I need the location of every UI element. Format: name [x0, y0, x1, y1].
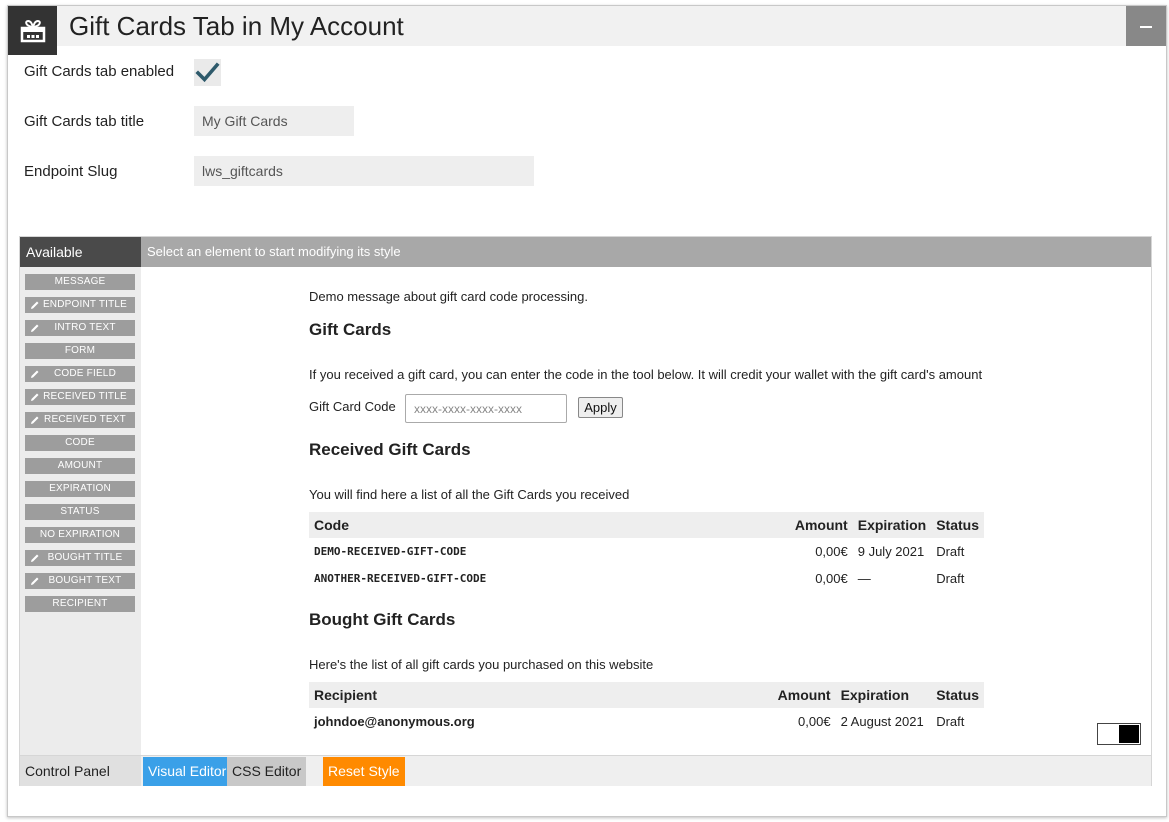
tab-title-label: Gift Cards tab title — [24, 113, 145, 130]
element-bought-title[interactable]: BOUGHT TITLE — [25, 550, 135, 566]
element-label: CODE FIELD — [53, 368, 116, 379]
element-endpoint-title[interactable]: ENDPOINT TITLE — [25, 297, 135, 313]
element-label: RECIPIENT — [52, 598, 108, 609]
status-cell: Draft — [936, 714, 965, 729]
element-recipient[interactable]: RECIPIENT — [25, 596, 135, 612]
reset-style-button[interactable]: Reset Style — [323, 757, 405, 786]
col-recipient: Recipient — [309, 682, 773, 708]
element-label: EXPIRATION — [49, 483, 111, 494]
element-status[interactable]: STATUS — [25, 504, 135, 520]
col-status: Status — [931, 512, 984, 538]
tab-enabled-label: Gift Cards tab enabled — [24, 63, 175, 80]
col-code: Code — [309, 512, 790, 538]
col-expiration: Expiration — [852, 512, 932, 538]
col-status: Status — [931, 682, 984, 708]
code-cell: ANOTHER-RECEIVED-GIFT-CODE — [314, 572, 487, 585]
element-no-expiration[interactable]: NO EXPIRATION — [25, 527, 135, 543]
gift-card-code-input[interactable] — [405, 394, 567, 423]
element-bought-text[interactable]: BOUGHT TEXT — [25, 573, 135, 589]
element-label: INTRO TEXT — [54, 322, 116, 333]
css-editor-button[interactable]: CSS Editor — [227, 757, 307, 786]
pencil-icon — [31, 393, 39, 401]
background-toggle[interactable] — [1097, 723, 1141, 745]
table-row: DEMO-RECEIVED-GIFT-CODE 0,00€ 9 July 202… — [309, 538, 984, 565]
editor-topbar: Available Elements Select an element to … — [20, 237, 1151, 290]
minus-icon — [1140, 26, 1152, 28]
element-label: CODE — [65, 437, 95, 448]
element-label: FORM — [64, 345, 96, 356]
control-panel-label: Control Panel — [20, 756, 141, 786]
element-label: BOUGHT TITLE — [47, 552, 123, 563]
element-message[interactable]: MESSAGE — [25, 274, 135, 290]
col-amount: Amount — [789, 512, 853, 538]
gift-icon — [8, 6, 57, 55]
element-intro-text[interactable]: INTRO TEXT — [25, 320, 135, 336]
minimize-button[interactable] — [1126, 6, 1166, 46]
gift-card-code-label: Gift Card Code — [309, 399, 396, 414]
apply-button[interactable]: Apply — [578, 397, 623, 418]
col-amount: Amount — [772, 682, 836, 708]
element-label: RECEIVED TITLE — [43, 391, 127, 402]
available-elements-title: Available Elements — [20, 237, 141, 290]
checkmark-icon — [195, 62, 220, 83]
table-row: johndoe@anonymous.org 0,00€ 2 August 202… — [309, 708, 984, 735]
preview-bought-text[interactable]: Here's the list of all gift cards you pu… — [309, 657, 653, 672]
tab-title-input[interactable] — [194, 106, 354, 136]
pencil-icon — [31, 554, 39, 562]
pencil-icon — [31, 577, 39, 585]
pencil-icon — [31, 370, 39, 378]
received-gift-cards-table: Code Amount Expiration Status DEMO-RECEI… — [309, 512, 984, 592]
element-form[interactable]: FORM — [25, 343, 135, 359]
element-label: RECEIVED TEXT — [44, 414, 126, 425]
element-amount[interactable]: AMOUNT — [25, 458, 135, 474]
expiration-cell: 9 July 2021 — [857, 544, 925, 559]
preview-message[interactable]: Demo message about gift card code proces… — [309, 289, 588, 304]
element-received-title[interactable]: RECEIVED TITLE — [25, 389, 135, 405]
endpoint-slug-label: Endpoint Slug — [24, 163, 118, 180]
preview-received-text[interactable]: You will find here a list of all the Gif… — [309, 487, 629, 502]
col-expiration: Expiration — [835, 682, 932, 708]
element-label: ENDPOINT TITLE — [42, 299, 128, 310]
element-label: NO EXPIRATION — [39, 529, 121, 540]
style-editor: Available Elements Select an element to … — [19, 236, 1152, 786]
element-received-text[interactable]: RECEIVED TEXT — [25, 412, 135, 428]
toggle-knob — [1119, 725, 1139, 743]
editor-hint: Select an element to start modifying its… — [147, 244, 401, 259]
gift-cards-settings-card: Gift Cards Tab in My Account Gift Cards … — [7, 5, 1167, 817]
element-label: AMOUNT — [57, 460, 103, 471]
amount-cell: 0,00€ — [815, 571, 848, 586]
preview-intro-text[interactable]: If you received a gift card, you can ent… — [309, 367, 982, 382]
preview-endpoint-title[interactable]: Gift Cards — [309, 320, 391, 340]
card-header: Gift Cards Tab in My Account — [8, 6, 1166, 55]
table-header-row: Code Amount Expiration Status — [309, 512, 984, 538]
element-code[interactable]: CODE — [25, 435, 135, 451]
endpoint-slug-input[interactable] — [194, 156, 534, 186]
visual-editor-button[interactable]: Visual Editor — [143, 757, 232, 786]
status-cell: Draft — [936, 544, 965, 559]
editor-footer: Control Panel Visual Editor CSS Editor R… — [20, 755, 1151, 786]
table-row: ANOTHER-RECEIVED-GIFT-CODE 0,00€ — Draft — [309, 565, 984, 592]
pencil-icon — [31, 416, 39, 424]
page-title: Gift Cards Tab in My Account — [69, 11, 404, 41]
element-label: MESSAGE — [54, 276, 106, 287]
element-label: STATUS — [60, 506, 100, 517]
code-cell: DEMO-RECEIVED-GIFT-CODE — [314, 545, 467, 558]
expiration-cell: 2 August 2021 — [840, 714, 924, 729]
table-header-row: Recipient Amount Expiration Status — [309, 682, 984, 708]
tab-enabled-checkbox[interactable] — [194, 59, 221, 86]
bought-gift-cards-table: Recipient Amount Expiration Status johnd… — [309, 682, 984, 735]
status-cell: Draft — [936, 571, 965, 586]
pencil-icon — [31, 324, 39, 332]
amount-cell: 0,00€ — [798, 714, 831, 729]
preview-received-title[interactable]: Received Gift Cards — [309, 440, 471, 460]
recipient-cell: johndoe@anonymous.org — [314, 714, 475, 729]
pencil-icon — [31, 301, 39, 309]
element-label: BOUGHT TEXT — [48, 575, 122, 586]
expiration-cell: — — [857, 571, 871, 586]
amount-cell: 0,00€ — [815, 544, 848, 559]
elements-sidebar: MESSAGE ENDPOINT TITLE INTRO TEXT FORM C… — [20, 267, 141, 755]
element-expiration[interactable]: EXPIRATION — [25, 481, 135, 497]
element-code-field[interactable]: CODE FIELD — [25, 366, 135, 382]
preview-bought-title[interactable]: Bought Gift Cards — [309, 610, 455, 630]
